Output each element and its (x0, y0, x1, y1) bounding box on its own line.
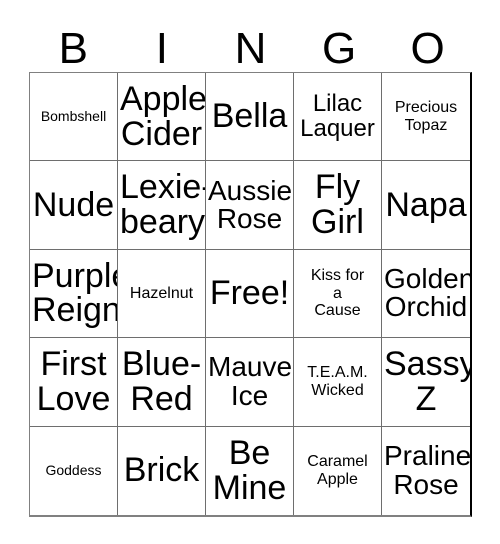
bingo-cell-r2c4[interactable]: Fly Girl (294, 161, 382, 250)
bingo-header-row: B I N G O (29, 16, 472, 72)
bingo-cell-r1c1[interactable]: Bombshell (30, 73, 118, 162)
bingo-cell-r2c3[interactable]: Aussie Rose (206, 161, 294, 250)
bingo-header-letter-n: N (234, 24, 267, 73)
bingo-cell-label: Napa (385, 185, 467, 224)
bingo-cell-label: Precious Topaz (394, 99, 458, 134)
bingo-card: B I N G O Bombshell Apple Cider Bella Lilac… (0, 0, 500, 544)
bingo-header-letter-g: G (321, 24, 357, 73)
bingo-cell-label: Praline Rose (384, 440, 470, 500)
bingo-cell-r4c2[interactable]: Blue- Red (118, 338, 206, 427)
bingo-cell-label: Blue- Red (121, 345, 202, 418)
bingo-cell-r4c5[interactable]: Sassy Z (382, 338, 470, 427)
bingo-cell-label: Goddess (45, 461, 102, 478)
bingo-cell-label: Bombshell (40, 107, 107, 124)
bingo-cell-label: Sassy Z (384, 345, 470, 418)
bingo-cell-r1c5[interactable]: Precious Topaz (382, 73, 470, 162)
bingo-cell-r2c5[interactable]: Napa (382, 161, 470, 250)
bingo-cell-label: Fly Girl (311, 168, 364, 242)
bingo-cell-r5c4[interactable]: Caramel Apple (294, 426, 382, 515)
bingo-cell-r1c2[interactable]: Apple Cider (118, 73, 206, 162)
bingo-cell-label: Bella (211, 97, 288, 136)
bingo-header-letter-i: I (155, 24, 168, 73)
bingo-cell-label: Kiss for a Cause (310, 267, 365, 320)
bingo-cell-r3c4[interactable]: Kiss for a Cause (294, 249, 382, 339)
bingo-cell-r1c4[interactable]: Lilac Laquer (294, 73, 382, 162)
bingo-cell-label: Aussie Rose (208, 174, 293, 235)
bingo-header-letter-o: O (410, 24, 445, 73)
bingo-cell-label: Golden Orchid (384, 262, 470, 323)
bingo-cell-r5c3[interactable]: Be Mine (206, 426, 294, 515)
bingo-cell-label: Nude (32, 185, 115, 224)
bingo-cell-label: Hazelnut (129, 284, 194, 302)
bingo-cell-r2c1[interactable]: Nude (30, 161, 118, 250)
bingo-cell-label: Caramel Apple (307, 453, 368, 488)
bingo-cell-label: Be Mine (212, 434, 287, 507)
bingo-cell-r5c5[interactable]: Praline Rose (382, 426, 470, 515)
bingo-cell-label: Brick (123, 451, 200, 490)
bingo-cell-label: First Love (36, 345, 111, 418)
bingo-cell-label: Lexie- beary (120, 168, 206, 242)
bingo-cell-r4c1[interactable]: First Love (30, 338, 118, 427)
bingo-cell-r4c4[interactable]: T.E.A.M. Wicked (294, 338, 382, 427)
bingo-grid: Bombshell Apple Cider Bella Lilac Laquer Pre… (29, 72, 472, 517)
bingo-cell-label: Lilac Laquer (300, 89, 375, 142)
bingo-cell-r3c5[interactable]: Golden Orchid (382, 249, 470, 339)
bingo-cell-label: Purple Reign (32, 256, 118, 330)
bingo-cell-label: T.E.A.M. Wicked (307, 364, 368, 399)
bingo-cell-r5c1[interactable]: Goddess (30, 426, 118, 515)
bingo-cell-r5c2[interactable]: Brick (118, 426, 206, 515)
bingo-cell-r2c2[interactable]: Lexie- beary (118, 161, 206, 250)
bingo-cell-label: Free! (209, 274, 290, 313)
bingo-cell-r1c3[interactable]: Bella (206, 73, 294, 162)
bingo-cell-r3c2[interactable]: Hazelnut (118, 249, 206, 339)
bingo-cell-label: Mauve Ice (208, 351, 293, 411)
bingo-cell-r3c1[interactable]: Purple Reign (30, 249, 118, 339)
bingo-cell-r4c3[interactable]: Mauve Ice (206, 338, 294, 427)
bingo-cell-label: Apple Cider (120, 80, 206, 153)
bingo-cell-r3c3[interactable]: Free! (206, 249, 294, 339)
bingo-header-letter-b: B (58, 24, 88, 73)
